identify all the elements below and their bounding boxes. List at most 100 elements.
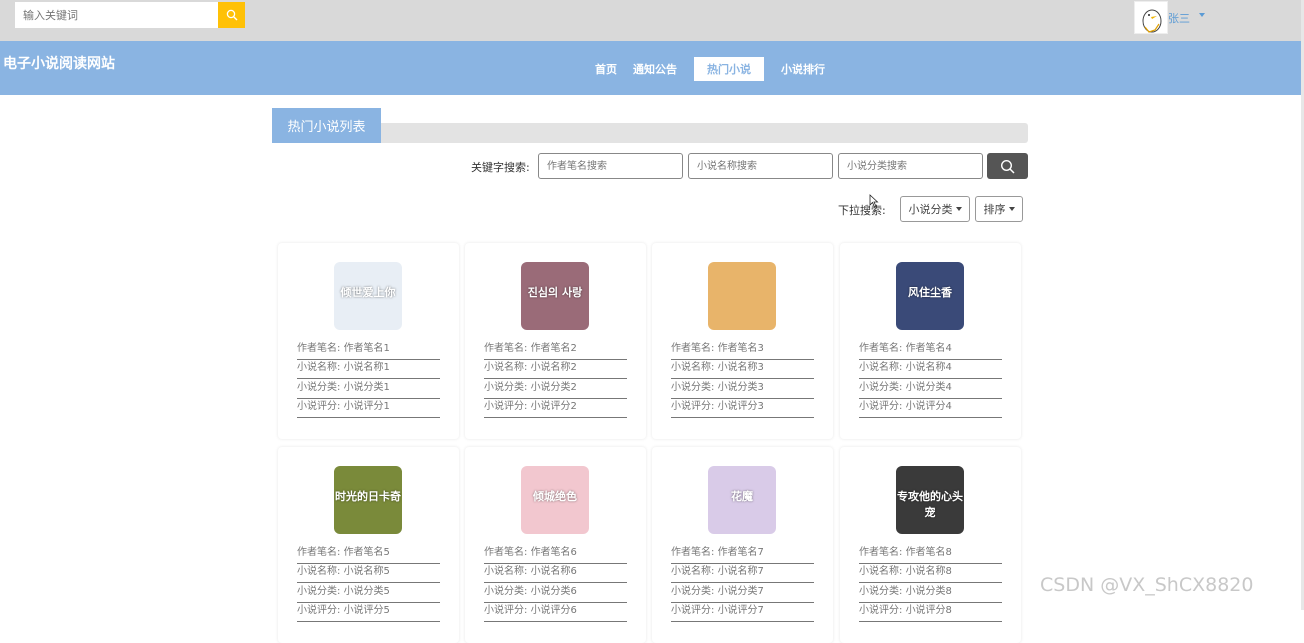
- mouse-cursor-icon: [869, 194, 879, 208]
- novel-card[interactable]: 花魔 作者笔名: 作者笔名7 小说名称: 小说名称7 小说分类: 小说分类7 小说评分:…: [652, 447, 833, 643]
- novel-rating-label: 小说评分:: [671, 401, 715, 412]
- novel-name-label: 小说名称:: [671, 566, 715, 577]
- novel-card[interactable]: 专攻他的心头宠作者笔名: 作者笔名8 小说名称: 小说名称8 小说分类: 小说分类8…: [840, 447, 1021, 643]
- nav-menu: 首页 通知公告 热门小说 小说排行: [588, 57, 834, 81]
- main-navbar: 电子小说阅读网站 首页 通知公告 热门小说 小说排行: [0, 41, 1302, 95]
- category-search-input[interactable]: [838, 153, 983, 179]
- search-icon: [1000, 159, 1015, 174]
- novel-name-row: 小说名称: 小说名称7: [671, 563, 814, 583]
- novel-rating-row: 小说评分: 小说评分7: [671, 602, 814, 622]
- novel-author-label: 作者笔名:: [859, 343, 903, 354]
- novel-rating-value: 小说评分4: [905, 401, 952, 412]
- novel-name-value: 小说名称6: [530, 566, 577, 577]
- novel-rating-value: 小说评分6: [530, 605, 577, 616]
- novel-card[interactable]: 时光的日卡奇 作者笔名: 作者笔名5 小说名称: 小说名称5 小说分类: 小说分类5 小…: [278, 447, 459, 643]
- novel-category-label: 小说分类:: [484, 382, 528, 393]
- novel-author-row: 作者笔名: 作者笔名1: [297, 340, 440, 360]
- novel-name-search-input[interactable]: [688, 153, 833, 179]
- novel-name-value: 小说名称8: [905, 566, 952, 577]
- nav-item-home[interactable]: 首页: [588, 57, 624, 81]
- keyword-search-input[interactable]: [15, 2, 218, 28]
- section-title: 热门小说列表: [272, 108, 381, 143]
- novel-category-row: 小说分类: 小说分类5: [297, 583, 440, 603]
- novel-author-row: 作者笔名: 作者笔名3: [671, 340, 814, 360]
- novel-card[interactable]: 作者笔名: 作者笔名3 小说名称: 小说名称3 小说分类: 小说分类3 小说评分: 小…: [652, 243, 833, 439]
- sort-dropdown[interactable]: 排序: [975, 196, 1023, 222]
- novel-author-label: 作者笔名:: [671, 343, 715, 354]
- search-button[interactable]: [987, 153, 1028, 179]
- novel-author-row: 作者笔名: 作者笔名8: [859, 544, 1002, 564]
- nav-item-hot-novels[interactable]: 热门小说: [694, 57, 764, 81]
- novel-cover-image[interactable]: [708, 262, 776, 330]
- novel-rating-label: 小说评分:: [484, 401, 528, 412]
- nav-item-ranking[interactable]: 小说排行: [774, 57, 832, 81]
- novel-name-value: 小说名称7: [717, 566, 764, 577]
- novel-name-label: 小说名称:: [297, 362, 341, 373]
- novel-rating-row: 小说评分: 小说评分2: [484, 398, 627, 418]
- novel-category-label: 小说分类:: [671, 382, 715, 393]
- watermark: CSDN @VX_ShCX8820: [1040, 574, 1254, 596]
- novel-card[interactable]: 风住尘香 作者笔名: 作者笔名4 小说名称: 小说名称4 小说分类: 小说分类4 小说评…: [840, 243, 1021, 439]
- novel-name-label: 小说名称:: [297, 566, 341, 577]
- novel-name-label: 小说名称:: [671, 362, 715, 373]
- sort-dropdown-label: 排序: [983, 203, 1006, 216]
- novel-rating-row: 小说评分: 小说评分3: [671, 398, 814, 418]
- novel-name-value: 小说名称3: [717, 362, 764, 373]
- novel-cover-image[interactable]: 时光的日卡奇: [334, 466, 402, 534]
- novel-category-row: 小说分类: 小说分类6: [484, 583, 627, 603]
- novel-cover-image[interactable]: 倾世爱上你: [334, 262, 402, 330]
- novel-card[interactable]: 倾城绝色 作者笔名: 作者笔名6 小说名称: 小说名称6 小说分类: 小说分类6 小说评…: [465, 447, 646, 643]
- novel-card[interactable]: 진심의 사랑 作者笔名: 作者笔名2 小说名称: 小说名称2 小说分类: 小说分类2 小…: [465, 243, 646, 439]
- novel-name-row: 小说名称: 小说名称3: [671, 359, 814, 379]
- novel-name-row: 小说名称: 小说名称4: [859, 359, 1002, 379]
- novel-rating-label: 小说评分:: [671, 605, 715, 616]
- novel-cover-title: 진심의 사랑: [527, 286, 583, 299]
- novel-rating-value: 小说评分1: [343, 401, 390, 412]
- novel-category-value: 小说分类6: [530, 586, 577, 597]
- novel-name-label: 小说名称:: [859, 362, 903, 373]
- novel-rating-label: 小说评分:: [297, 401, 341, 412]
- novel-category-row: 小说分类: 小说分类2: [484, 379, 627, 399]
- novel-author-value: 作者笔名8: [905, 547, 952, 558]
- user-name[interactable]: 张三: [1168, 10, 1190, 26]
- novel-rating-row: 小说评分: 小说评分1: [297, 398, 440, 418]
- novel-cover-title: 专攻他的心头宠: [897, 490, 963, 519]
- novel-rating-value: 小说评分7: [717, 605, 764, 616]
- novel-author-row: 作者笔名: 作者笔名2: [484, 340, 627, 360]
- novel-author-label: 作者笔名:: [297, 547, 341, 558]
- novel-category-label: 小说分类:: [484, 586, 528, 597]
- novel-cover-image[interactable]: 진심의 사랑: [521, 262, 589, 330]
- novel-cover-image[interactable]: 专攻他的心头宠: [896, 466, 964, 534]
- user-menu-caret-icon[interactable]: [1199, 13, 1205, 17]
- novel-rating-label: 小说评分:: [484, 605, 528, 616]
- duck-avatar-icon: [1142, 9, 1162, 33]
- novel-category-row: 小说分类: 小说分类8: [859, 583, 1002, 603]
- novel-author-label: 作者笔名:: [484, 343, 528, 354]
- novel-author-label: 作者笔名:: [671, 547, 715, 558]
- novel-author-value: 作者笔名7: [717, 547, 764, 558]
- novel-category-label: 小说分类:: [859, 382, 903, 393]
- novel-rating-label: 小说评分:: [859, 401, 903, 412]
- novel-cover-image[interactable]: 倾城绝色: [521, 466, 589, 534]
- nav-item-notices[interactable]: 通知公告: [626, 57, 684, 81]
- novel-name-row: 小说名称: 小说名称1: [297, 359, 440, 379]
- avatar[interactable]: [1134, 1, 1168, 34]
- novel-category-label: 小说分类:: [297, 586, 341, 597]
- novel-rating-row: 小说评分: 小说评分5: [297, 602, 440, 622]
- novel-name-row: 小说名称: 小说名称2: [484, 359, 627, 379]
- novel-rating-row: 小说评分: 小说评分8: [859, 602, 1002, 622]
- novel-name-label: 小说名称:: [859, 566, 903, 577]
- novel-cover-image[interactable]: 花魔: [708, 466, 776, 534]
- novel-rating-row: 小说评分: 小说评分4: [859, 398, 1002, 418]
- novel-cover-title: 花魔: [731, 490, 753, 503]
- header-search-button[interactable]: [218, 2, 245, 28]
- novel-card[interactable]: 倾世爱上你 作者笔名: 作者笔名1 小说名称: 小说名称1 小说分类: 小说分类1 小说…: [278, 243, 459, 439]
- novel-category-row: 小说分类: 小说分类7: [671, 583, 814, 603]
- novel-category-label: 小说分类:: [859, 586, 903, 597]
- novel-author-value: 作者笔名4: [905, 343, 952, 354]
- novel-cover-image[interactable]: 风住尘香: [896, 262, 964, 330]
- category-dropdown[interactable]: 小说分类: [900, 196, 970, 222]
- novel-author-row: 作者笔名: 作者笔名6: [484, 544, 627, 564]
- novel-name-row: 小说名称: 小说名称6: [484, 563, 627, 583]
- author-search-input[interactable]: [538, 153, 683, 179]
